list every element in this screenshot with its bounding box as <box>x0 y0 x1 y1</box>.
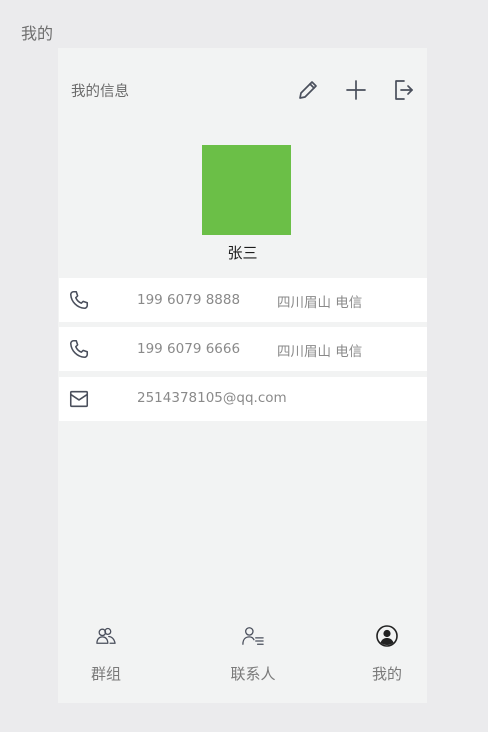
header: 我的信息 <box>58 48 427 128</box>
logout-icon[interactable] <box>392 78 416 102</box>
phone-number: 199 6079 6666 <box>137 341 241 357</box>
add-icon[interactable] <box>344 78 368 102</box>
user-name: 张三 <box>227 244 258 262</box>
contact-row-phone[interactable]: 199 6079 8888 四川眉山 电信 <box>59 278 427 322</box>
header-title: 我的信息 <box>71 84 129 100</box>
tab-label: 联系人 <box>230 665 276 683</box>
phone-location: 四川眉山 电信 <box>277 295 363 311</box>
phone-location: 四川眉山 电信 <box>277 344 363 360</box>
group-icon <box>66 623 146 649</box>
tab-contacts[interactable]: 联系人 <box>213 623 293 684</box>
phone-screen: 我的信息 张三 199 6079 8888 四川眉山 电信 199 6079 6… <box>58 48 427 703</box>
contacts-icon <box>213 623 293 649</box>
tab-label: 我的 <box>371 665 402 683</box>
mail-icon <box>68 388 90 410</box>
page-title: 我的 <box>21 24 54 43</box>
tab-label: 群组 <box>90 665 121 683</box>
contact-row-phone[interactable]: 199 6079 6666 四川眉山 电信 <box>59 327 427 371</box>
phone-number: 199 6079 8888 <box>137 292 241 308</box>
tab-groups[interactable]: 群组 <box>66 623 146 684</box>
edit-icon[interactable] <box>296 78 320 102</box>
contact-row-email[interactable]: 2514378105@qq.com <box>59 377 427 421</box>
email-address: 2514378105@qq.com <box>137 390 287 406</box>
avatar[interactable] <box>202 145 291 235</box>
tab-profile[interactable]: 我的 <box>347 623 427 684</box>
profile-icon <box>347 623 427 649</box>
phone-icon <box>68 338 90 360</box>
phone-icon <box>68 289 90 311</box>
